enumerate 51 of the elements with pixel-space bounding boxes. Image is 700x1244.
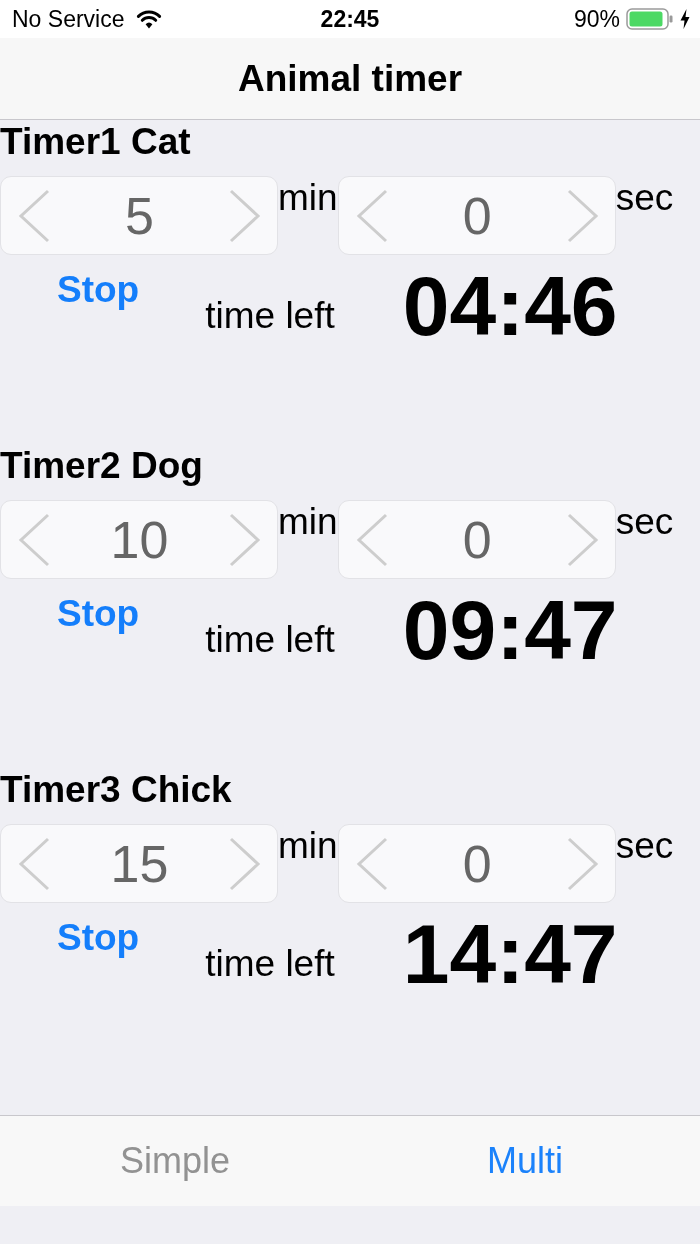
seconds-picker[interactable]: 0 xyxy=(337,176,616,255)
timer-title: Timer2 Dog xyxy=(0,446,203,486)
countdown-display: 14:47 xyxy=(402,912,618,996)
timer-title: Timer1 Cat xyxy=(0,122,191,162)
unit-label: sec xyxy=(615,178,674,218)
chevron-left-icon[interactable] xyxy=(355,188,388,243)
stop-button[interactable]: Stop xyxy=(49,269,148,311)
unit-label: min xyxy=(278,826,338,866)
unit-label: min xyxy=(278,178,338,218)
charging-bolt-icon xyxy=(680,9,690,29)
chevron-left-icon[interactable] xyxy=(18,188,50,243)
tab[interactable]: Multi xyxy=(350,1116,700,1206)
minutes-picker[interactable]: 5 xyxy=(0,176,278,255)
unit-label: sec xyxy=(615,502,674,542)
unit-label: min xyxy=(278,502,338,542)
battery-percent: 90% xyxy=(573,5,620,33)
time-left-label: time left xyxy=(205,943,335,985)
countdown-display: 04:46 xyxy=(402,264,618,348)
chevron-right-icon[interactable] xyxy=(566,836,599,891)
seconds-picker[interactable]: 0 xyxy=(337,824,616,903)
seconds-picker[interactable]: 0 xyxy=(337,500,616,579)
chevron-right-icon[interactable] xyxy=(229,512,261,567)
chevron-right-icon[interactable] xyxy=(229,836,261,891)
picker-value: 10 xyxy=(110,509,169,570)
minutes-picker[interactable]: 15 xyxy=(0,824,278,903)
time-left-label: time left xyxy=(205,295,335,337)
countdown-display: 09:47 xyxy=(402,588,618,672)
picker-value: 15 xyxy=(110,833,169,894)
wifi-icon xyxy=(136,9,163,29)
chevron-left-icon[interactable] xyxy=(18,836,50,891)
chevron-left-icon[interactable] xyxy=(18,512,50,567)
clock-time: 22:45 xyxy=(320,5,380,33)
minutes-picker[interactable]: 10 xyxy=(0,500,278,579)
nav-title: Animal timer xyxy=(237,57,463,100)
stop-button[interactable]: Stop xyxy=(49,593,148,635)
chevron-right-icon[interactable] xyxy=(566,188,599,243)
carrier-label: No Service xyxy=(12,5,125,33)
picker-value: 0 xyxy=(462,509,492,570)
time-left-label: time left xyxy=(205,619,335,661)
unit-label: sec xyxy=(615,826,674,866)
picker-value: 5 xyxy=(125,185,154,246)
chevron-right-icon[interactable] xyxy=(566,512,599,567)
chevron-right-icon[interactable] xyxy=(229,188,261,243)
chevron-left-icon[interactable] xyxy=(355,836,388,891)
picker-value: 0 xyxy=(462,185,492,246)
chevron-left-icon[interactable] xyxy=(355,512,388,567)
stop-button[interactable]: Stop xyxy=(49,917,148,959)
timer-title: Timer3 Chick xyxy=(0,770,232,810)
tab[interactable]: Simple xyxy=(0,1116,350,1206)
picker-value: 0 xyxy=(462,833,492,894)
battery-icon xyxy=(626,8,674,30)
